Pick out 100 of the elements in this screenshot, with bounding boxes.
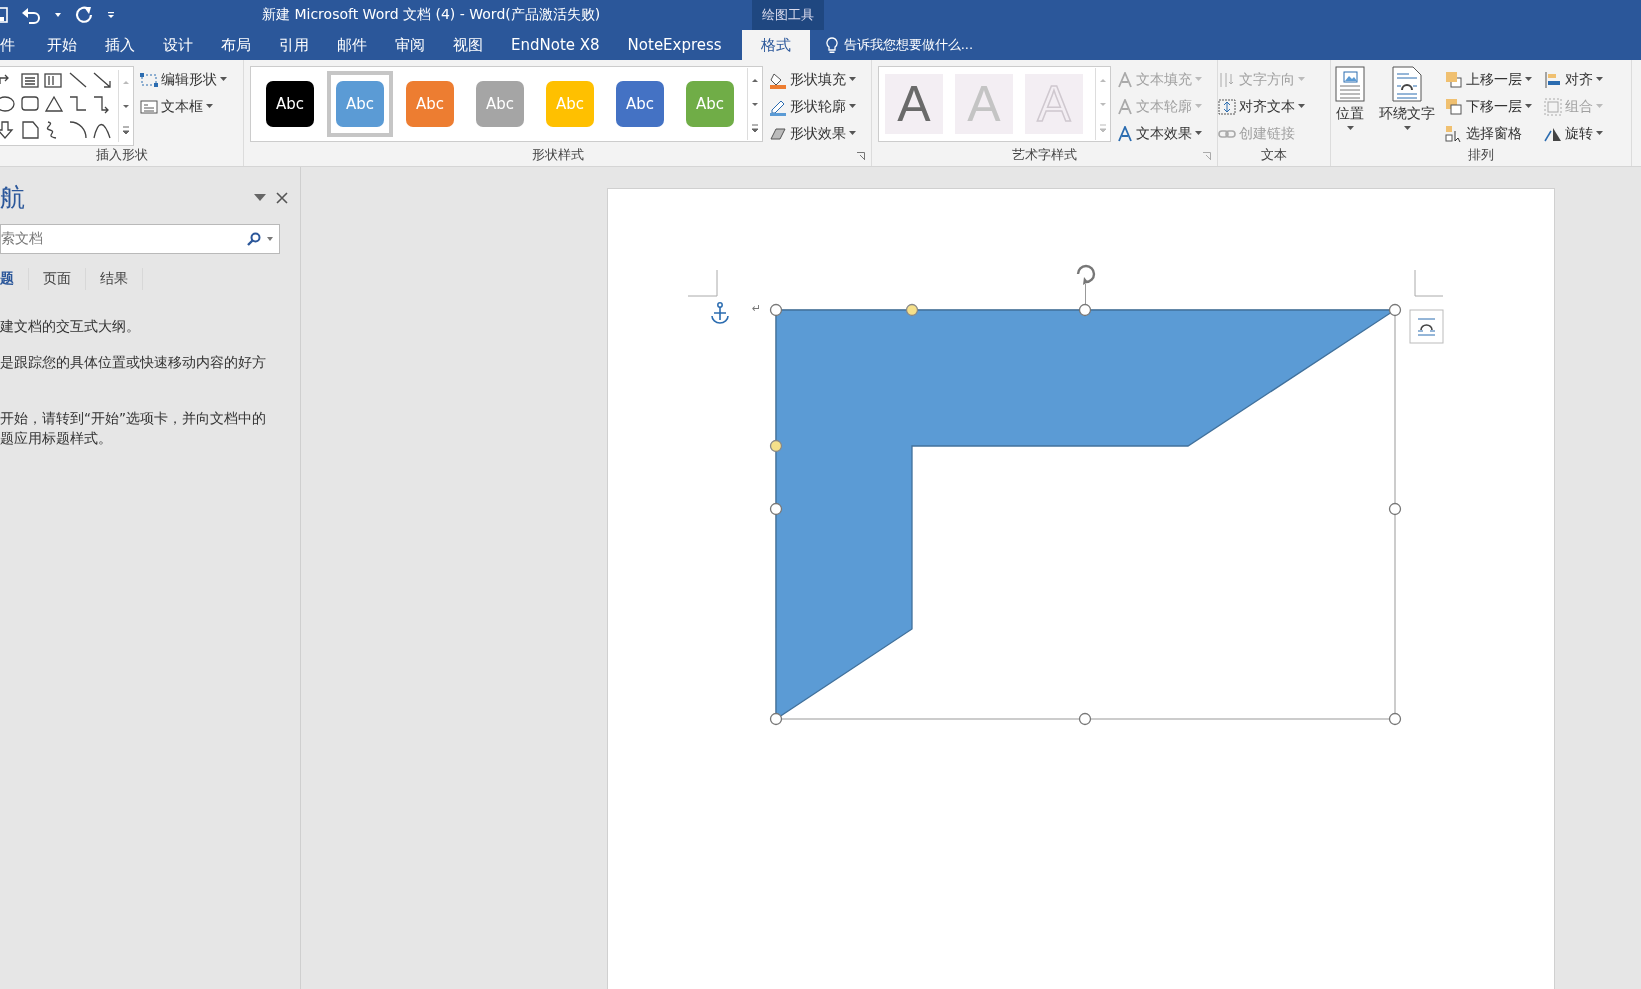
caret-icon[interactable] xyxy=(54,12,62,18)
caret-icon xyxy=(1596,77,1603,82)
rotation-handle[interactable] xyxy=(1076,264,1096,305)
caret-icon xyxy=(1346,126,1354,131)
pane-text: 是跟踪您的具体位置或快速移动内容的好方 xyxy=(0,353,267,372)
position-icon xyxy=(1335,66,1365,102)
caret-icon xyxy=(1298,104,1305,109)
send-backward-icon xyxy=(1445,97,1463,116)
search-icon xyxy=(247,232,261,246)
ribbon-command[interactable]: 下移一层 xyxy=(1445,95,1532,118)
layout-options-icon[interactable] xyxy=(1409,309,1444,344)
anchor-icon[interactable] xyxy=(711,302,729,324)
corner-mark xyxy=(687,269,718,297)
text-style-icon xyxy=(1117,71,1133,88)
ribbon-tab[interactable]: 视图 xyxy=(439,30,497,60)
caret-icon xyxy=(206,104,213,109)
ribbon-command[interactable]: 对齐文本 xyxy=(1218,95,1305,118)
ribbon-command[interactable]: 形状填充 xyxy=(769,68,856,91)
group-label: 形状样式 xyxy=(530,146,585,164)
pane-text: 题应用标题样式。 xyxy=(0,429,113,448)
pane-title: 航 xyxy=(0,182,26,214)
resize-handle[interactable] xyxy=(1388,712,1402,726)
ribbon-large-button[interactable]: 位置 xyxy=(1331,66,1369,131)
tell-me-field[interactable]: 告诉我您想要做什么... xyxy=(825,30,974,60)
pane-text: 建文档的交互式大纲。 xyxy=(0,317,141,336)
align-icon xyxy=(1544,70,1562,89)
selection-pane-icon xyxy=(1445,124,1463,143)
caret-icon xyxy=(849,131,856,136)
resize-handle[interactable] xyxy=(769,712,783,726)
paragraph-mark: ↵ xyxy=(752,302,762,315)
ribbon-command[interactable]: 形状轮廓 xyxy=(769,95,856,118)
undo-icon[interactable] xyxy=(20,6,42,24)
adjust-handle[interactable] xyxy=(769,439,783,453)
corner-mark xyxy=(1414,269,1444,297)
resize-handle[interactable] xyxy=(1388,303,1402,317)
text-box-icon xyxy=(140,98,158,115)
ribbon-command[interactable]: 形状效果 xyxy=(769,122,856,145)
ribbon-command[interactable]: 选择窗格 xyxy=(1445,122,1532,145)
ribbon-large-button[interactable]: 环绕文字 xyxy=(1375,66,1439,131)
pane-tab[interactable]: 结果 xyxy=(86,268,143,290)
resize-handle[interactable] xyxy=(1388,502,1402,516)
ribbon-tab[interactable]: 件 xyxy=(0,30,33,60)
ribbon-tab[interactable]: NoteExpress xyxy=(613,30,736,60)
ribbon-tab[interactable]: 设计 xyxy=(149,30,207,60)
caret-icon xyxy=(1195,131,1202,136)
pane-tab[interactable]: 题 xyxy=(0,268,29,290)
ribbon-tab[interactable]: 开始 xyxy=(33,30,91,60)
resize-handle[interactable] xyxy=(1078,712,1092,726)
align-text-icon xyxy=(1218,97,1236,116)
group-label: 插入形状 xyxy=(94,146,149,164)
resize-handle[interactable] xyxy=(769,303,783,317)
caret-icon xyxy=(1298,77,1305,82)
text-direction-icon xyxy=(1218,70,1236,89)
wordart-style-preset[interactable]: A xyxy=(885,74,943,134)
pane-tab[interactable]: 页面 xyxy=(29,268,86,290)
redo-icon[interactable] xyxy=(74,5,94,25)
dialog-launcher-icon[interactable] xyxy=(857,152,865,160)
ribbon-tab[interactable]: EndNote X8 xyxy=(497,30,614,60)
caret-icon xyxy=(1596,104,1603,109)
ribbon-command[interactable]: 上移一层 xyxy=(1445,68,1532,91)
caret-icon xyxy=(1596,131,1603,136)
resize-handle[interactable] xyxy=(769,502,783,516)
text-style-icon xyxy=(1117,98,1133,115)
caret-icon xyxy=(267,237,273,241)
lightbulb-icon xyxy=(825,36,838,54)
ribbon-tab[interactable]: 格式 xyxy=(741,30,810,60)
resize-handle[interactable] xyxy=(1078,303,1092,317)
ribbon-tab[interactable]: 审阅 xyxy=(381,30,439,60)
ribbon-tab[interactable]: 插入 xyxy=(91,30,149,60)
adjust-handle[interactable] xyxy=(905,303,919,317)
edit-shape-icon xyxy=(140,71,158,88)
ribbon-command[interactable]: 文本框 xyxy=(140,95,227,118)
ribbon-tab[interactable]: 邮件 xyxy=(323,30,381,60)
group-icon xyxy=(1544,97,1562,116)
customize-icon[interactable] xyxy=(106,11,116,19)
ribbon-command[interactable]: 对齐 xyxy=(1544,68,1603,91)
caret-icon[interactable] xyxy=(254,194,266,201)
group-label: 文本 xyxy=(1260,146,1288,164)
ribbon-tab[interactable]: 布局 xyxy=(207,30,265,60)
ribbon-tab[interactable]: 引用 xyxy=(265,30,323,60)
caret-icon xyxy=(849,77,856,82)
search-field[interactable]: 索文档 xyxy=(0,224,280,254)
text-style-icon xyxy=(1117,125,1133,142)
caret-icon xyxy=(1195,77,1202,82)
l-shape[interactable] xyxy=(775,309,1398,721)
pane-text: 开始，请转到“开始”选项卡，并向文档中的 xyxy=(0,409,267,428)
caret-icon xyxy=(1195,104,1202,109)
ribbon-command[interactable]: 旋转 xyxy=(1544,122,1603,145)
ribbon-command[interactable]: 编辑形状 xyxy=(140,68,227,91)
caret-icon xyxy=(1525,104,1532,109)
context-tab-label: 绘图工具 xyxy=(752,0,824,30)
ribbon-command[interactable]: 文本效果 xyxy=(1117,122,1202,145)
group-label: 排列 xyxy=(1467,146,1495,164)
caret-icon xyxy=(1403,126,1411,131)
bring-forward-icon xyxy=(1445,70,1463,89)
save-icon[interactable] xyxy=(0,7,8,23)
caret-icon xyxy=(220,77,227,82)
close-icon[interactable] xyxy=(276,191,288,204)
group-label: 艺术字样式 xyxy=(1011,146,1078,164)
caret-icon xyxy=(849,104,856,109)
